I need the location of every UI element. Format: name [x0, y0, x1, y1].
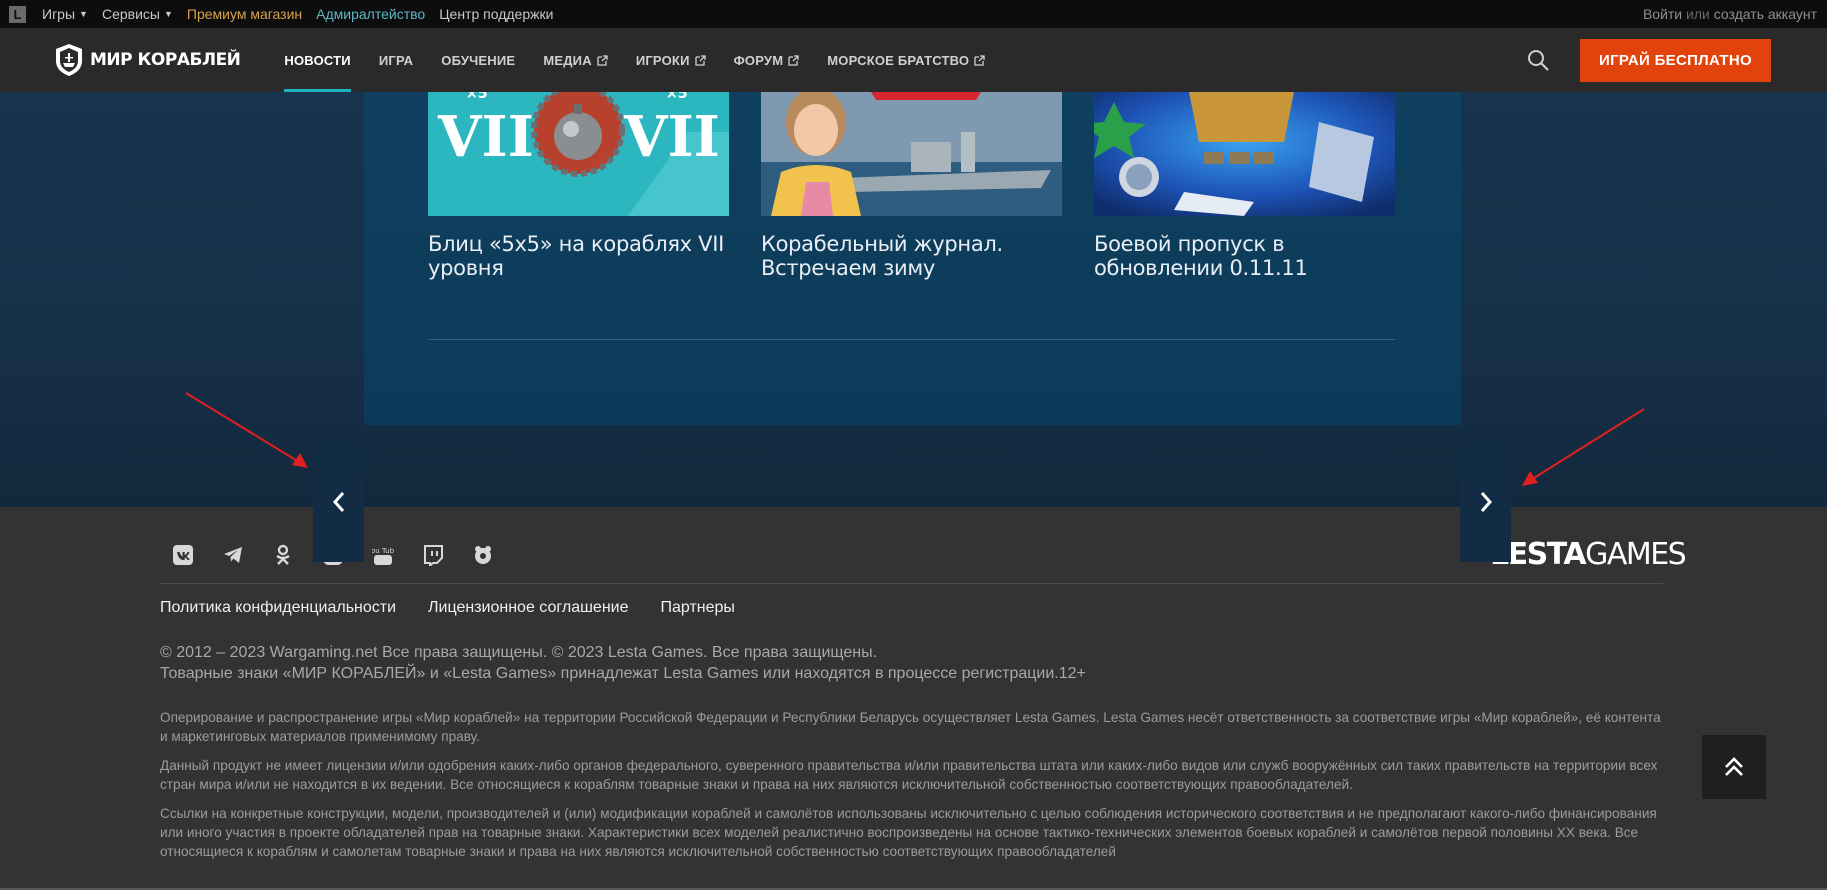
news-cards: VII VII ×5 ×5 Блиц «5x5» на кораблях VII… — [428, 92, 1395, 280]
brand-logo[interactable]: МИР КОРАБЛЕЙ — [54, 43, 241, 77]
copyright-line: © 2012 – 2023 Wargaming.net Все права за… — [160, 644, 878, 661]
battle-pass-rewards-image[interactable] — [1094, 92, 1395, 216]
admiralty-link[interactable]: Адмиралтейство — [316, 6, 425, 22]
copyright: © 2012 – 2023 Wargaming.net Все права за… — [160, 642, 1086, 684]
double-chevron-up-icon — [1725, 757, 1743, 776]
chevron-left-icon — [332, 492, 344, 512]
battle-pass-artwork — [1094, 92, 1395, 216]
license-agreement-link[interactable]: Лицензионное соглашение — [428, 599, 628, 617]
legal-paragraph: Ссылки на конкретные конструкции, модели… — [160, 806, 1657, 859]
legal-paragraph: Данный продукт не имеет лицензии и/или о… — [160, 758, 1658, 792]
news-card-title[interactable]: Корабельный журнал. Встречаем зиму — [761, 232, 1062, 280]
roman-numeral-left: VII — [437, 104, 534, 170]
blitz-artwork: VII VII ×5 ×5 — [428, 92, 729, 216]
auth-links: Войти или создать аккаунт — [1643, 6, 1817, 22]
annotation-arrow-left-icon — [185, 392, 308, 468]
roman-numeral-right: VII — [623, 104, 720, 170]
news-card[interactable]: VII VII ×5 ×5 Блиц «5x5» на кораблях VII… — [428, 92, 729, 280]
lesta-logo-light: GAMES — [1585, 537, 1687, 572]
news-card-title[interactable]: Блиц «5x5» на кораблях VII уровня — [428, 232, 729, 280]
premium-shop-link[interactable]: Премиум магазин — [187, 6, 302, 22]
nav-media[interactable]: МЕДИА — [529, 28, 622, 92]
chevron-right-icon — [1480, 492, 1492, 512]
nav-news-label: НОВОСТИ — [284, 52, 351, 68]
nav-brotherhood-label: МОРСКОЕ БРАТСТВО — [827, 52, 970, 68]
nav-learning-label: ОБУЧЕНИЕ — [441, 52, 516, 68]
services-menu[interactable]: Сервисы ▼ — [102, 6, 173, 22]
scroll-to-top-button[interactable] — [1702, 735, 1766, 799]
games-menu-label: Игры — [42, 6, 76, 22]
twitch-icon[interactable] — [422, 544, 444, 566]
nav-game[interactable]: ИГРА — [365, 28, 427, 92]
nav-players-label: ИГРОКИ — [635, 52, 690, 68]
youtube-icon[interactable]: You Tube — [372, 544, 394, 566]
odnoklassniki-icon[interactable] — [272, 544, 294, 566]
footer-links: Политика конфиденциальности Лицензионное… — [160, 599, 735, 617]
games-menu[interactable]: Игры ▼ — [42, 6, 88, 22]
tier-mark-left: ×5 — [466, 92, 487, 102]
annotation-arrow-right-icon — [1522, 408, 1645, 486]
auth-or-text: или — [1686, 6, 1710, 22]
nav-forum-label: ФОРУМ — [733, 52, 784, 68]
news-card[interactable]: Боевой пропуск в обновлении 0.11.11 — [1094, 92, 1395, 280]
search-icon[interactable] — [1526, 48, 1550, 72]
login-link[interactable]: Войти — [1643, 6, 1682, 22]
nav-game-label: ИГРА — [378, 52, 414, 68]
partners-link[interactable]: Партнеры — [661, 599, 735, 617]
ship-emblem-icon — [56, 44, 82, 76]
nav-learning[interactable]: ОБУЧЕНИЕ — [427, 28, 529, 92]
lesta-games-logo[interactable]: LESTAGAMES — [1490, 537, 1687, 572]
blitz-vii-emblem-image[interactable]: VII VII ×5 ×5 — [428, 92, 729, 216]
top-utility-bar: L Игры ▼ Сервисы ▼ Премиум магазин Адмир… — [0, 0, 1827, 28]
slider-prev-button[interactable] — [313, 442, 364, 562]
external-link-icon — [694, 54, 706, 66]
tier-mark-right: ×5 — [666, 92, 687, 102]
nav-links: НОВОСТИ ИГРА ОБУЧЕНИЕ МЕДИА ИГРОКИ ФОРУМ… — [270, 28, 999, 92]
news-card-title[interactable]: Боевой пропуск в обновлении 0.11.11 — [1094, 232, 1395, 280]
footer-divider — [160, 583, 1663, 584]
support-center-link[interactable]: Центр поддержки — [439, 6, 553, 22]
services-menu-label: Сервисы — [101, 6, 160, 22]
youtube-label: You Tube — [372, 547, 394, 555]
panel-divider — [428, 339, 1395, 340]
news-card[interactable]: Корабельный журнал. Встречаем зиму — [761, 92, 1062, 280]
legal-paragraph: Оперирование и распространение игры «Мир… — [160, 710, 1661, 744]
gamepad-icon[interactable] — [472, 544, 494, 566]
nav-players[interactable]: ИГРОКИ — [622, 28, 720, 92]
legal-text: Оперирование и распространение игры «Мир… — [160, 708, 1663, 871]
privacy-policy-link[interactable]: Политика конфиденциальности — [160, 599, 396, 617]
journal-artwork — [761, 92, 1062, 216]
nav-media-label: МЕДИА — [543, 52, 592, 68]
host-and-warship-image[interactable] — [761, 92, 1062, 216]
lesta-logo-icon[interactable]: L — [9, 5, 26, 23]
chevron-down-icon: ▼ — [163, 9, 173, 19]
trademark-line: Товарные знаки «МИР КОРАБЛЕЙ» и «Lesta G… — [160, 665, 1086, 682]
nav-brotherhood[interactable]: МОРСКОЕ БРАТСТВО — [813, 28, 999, 92]
slider-next-button[interactable] — [1460, 442, 1511, 562]
telegram-icon[interactable] — [222, 544, 244, 566]
external-link-icon — [788, 54, 799, 66]
footer: You Tube LESTAGAMES Политика конфиденциа… — [0, 507, 1827, 890]
chevron-down-icon: ▼ — [79, 9, 88, 19]
brand-name: МИР КОРАБЛЕЙ — [90, 50, 241, 70]
external-link-icon — [597, 54, 608, 66]
play-free-button[interactable]: ИГРАЙ БЕСПЛАТНО — [1580, 38, 1771, 82]
nav-news[interactable]: НОВОСТИ — [270, 28, 364, 92]
main-nav: МИР КОРАБЛЕЙ НОВОСТИ ИГРА ОБУЧЕНИЕ МЕДИА… — [0, 28, 1827, 92]
vk-icon[interactable] — [172, 544, 194, 566]
create-account-link[interactable]: создать аккаунт — [1714, 6, 1817, 22]
external-link-icon — [974, 54, 985, 66]
nav-forum[interactable]: ФОРУМ — [720, 28, 814, 92]
